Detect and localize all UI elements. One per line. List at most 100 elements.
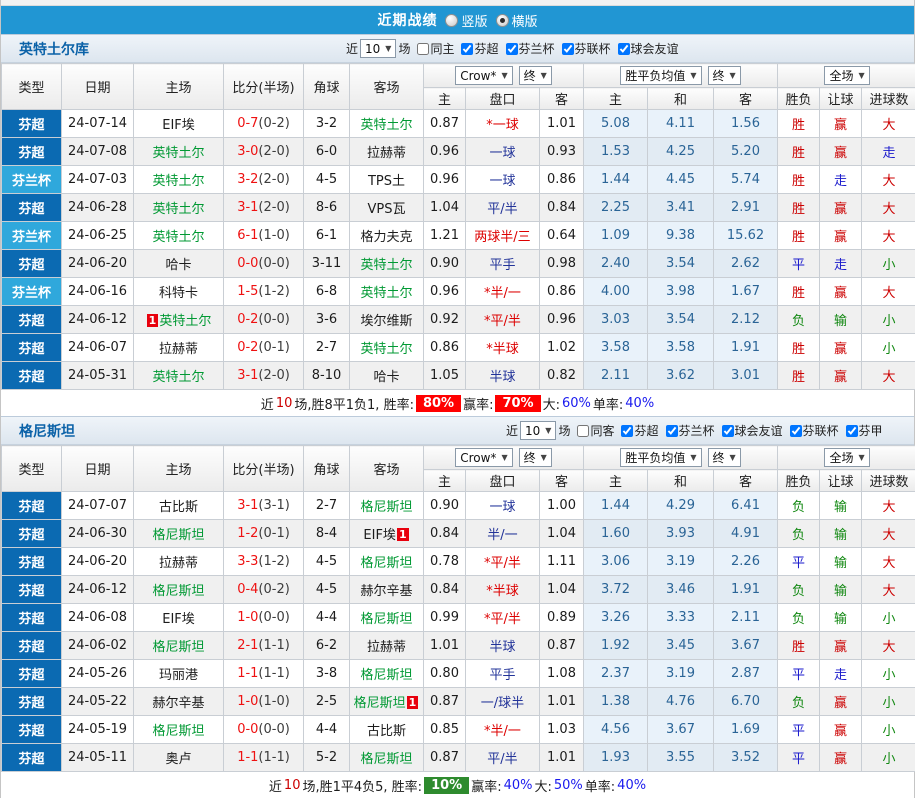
away-odds-cell: 0.89 — [540, 604, 584, 632]
odds-source-select[interactable]: 全场 ▼ — [824, 66, 869, 85]
avg-away-cell: 2.87 — [714, 660, 778, 688]
away-team-cell-label: 格尼斯坦 — [360, 612, 412, 627]
odds-source-select[interactable]: 全场 ▼ — [824, 448, 869, 467]
checkbox-input[interactable] — [577, 425, 589, 437]
checkbox-input[interactable] — [790, 425, 802, 437]
filter-checkbox[interactable]: 芬联杯 — [562, 40, 611, 57]
chevron-down-icon: ▼ — [690, 453, 696, 462]
date-cell: 24-05-26 — [62, 660, 134, 688]
radio-icon[interactable] — [445, 14, 458, 27]
odds-source-select[interactable]: 终 ▼ — [708, 66, 741, 85]
league-cell: 芬兰杯 — [2, 222, 62, 250]
checkbox-input[interactable] — [618, 43, 630, 55]
checkbox-input[interactable] — [621, 425, 633, 437]
result-cell: 平 — [778, 660, 820, 688]
avg-draw-cell: 9.38 — [648, 222, 714, 250]
handicap-result-cell: 输 — [820, 548, 862, 576]
layout-radio-vertical[interactable]: 竖版 — [445, 11, 487, 30]
away-odds-cell: 1.01 — [540, 110, 584, 138]
avg-draw-cell: 3.54 — [648, 250, 714, 278]
summary-part: 大: — [534, 776, 551, 795]
sub-column-header: 让球 — [820, 470, 862, 492]
handicap-cell: 半球 — [466, 362, 540, 390]
filter-checkbox[interactable]: 芬甲 — [846, 422, 883, 439]
filter-checkbox[interactable]: 芬超 — [621, 422, 658, 439]
fulltime-score: 0-2 — [237, 340, 258, 355]
corner-cell: 6-0 — [304, 138, 350, 166]
filter-checkbox[interactable]: 芬兰杯 — [666, 422, 715, 439]
sub-column-header: 客 — [714, 470, 778, 492]
layout-radio-horizontal[interactable]: 横版 — [496, 11, 538, 30]
odds-source-select[interactable]: 终 ▼ — [519, 448, 552, 467]
table-row: 芬超24-06-28英特土尔3-1(2-0)8-6VPS瓦1.04平/半0.84… — [2, 194, 915, 222]
handicap-cell: *半球 — [466, 334, 540, 362]
filter-checkbox[interactable]: 同主 — [417, 40, 454, 57]
odds-source-select[interactable]: 胜平负均值 ▼ — [620, 448, 701, 467]
table-row: 芬兰杯24-06-16科特卡1-5(1-2)6-8英特土尔0.96*半/一0.8… — [2, 278, 915, 306]
filter-checkbox[interactable]: 芬超 — [461, 40, 498, 57]
checkbox-input[interactable] — [461, 43, 473, 55]
sub-column-header: 客 — [714, 88, 778, 110]
table-row: 芬超24-05-31英特土尔3-1(2-0)8-10哈卡1.05半球0.822.… — [2, 362, 915, 390]
checkbox-input[interactable] — [506, 43, 518, 55]
filter-checkbox[interactable]: 球会友谊 — [722, 422, 783, 439]
filter-checkbox[interactable]: 芬联杯 — [790, 422, 839, 439]
goals-result-cell: 大 — [862, 166, 915, 194]
avg-draw-cell: 3.45 — [648, 632, 714, 660]
filter-checkbox[interactable]: 芬兰杯 — [506, 40, 555, 57]
odds-source-select[interactable]: Crow* ▼ — [455, 448, 512, 467]
corner-cell: 2-5 — [304, 688, 350, 716]
date-cell: 24-06-28 — [62, 194, 134, 222]
fulltime-score: 1-5 — [237, 284, 258, 299]
radio-icon[interactable] — [496, 14, 509, 27]
date-cell: 24-06-12 — [62, 576, 134, 604]
avg-away-cell: 4.91 — [714, 520, 778, 548]
checkbox-input[interactable] — [666, 425, 678, 437]
home-team-cell: 格尼斯坦 — [134, 520, 224, 548]
avg-home-cell: 3.03 — [584, 306, 648, 334]
away-odds-cell: 1.01 — [540, 744, 584, 772]
match-count-select[interactable]: 10 ▼ — [360, 39, 396, 58]
score-cell: 3-1(2-0) — [224, 362, 304, 390]
home-team-cell-label: 英特土尔 — [152, 202, 204, 217]
checkbox-input[interactable] — [722, 425, 734, 437]
odds-source-select[interactable]: 胜平负均值 ▼ — [620, 66, 701, 85]
home-odds-cell: 0.85 — [424, 716, 466, 744]
checkbox-input[interactable] — [562, 43, 574, 55]
avg-draw-cell: 3.67 — [648, 716, 714, 744]
result-cell: 胜 — [778, 110, 820, 138]
halftime-score: (0-0) — [258, 256, 289, 271]
goals-result-cell: 大 — [862, 520, 915, 548]
away-team-cell-label: EIF埃 — [363, 528, 396, 543]
score-cell: 0-4(0-2) — [224, 576, 304, 604]
odds-source-select[interactable]: Crow* ▼ — [455, 66, 512, 85]
near-label: 近 — [346, 40, 358, 57]
filter-label: 芬甲 — [859, 422, 883, 439]
handicap-result-cell: 赢 — [820, 110, 862, 138]
home-odds-cell: 1.05 — [424, 362, 466, 390]
filter-checkbox[interactable]: 球会友谊 — [618, 40, 679, 57]
checkbox-input[interactable] — [846, 425, 858, 437]
team-name: 格尼斯坦 — [19, 421, 75, 441]
home-odds-cell: 0.90 — [424, 492, 466, 520]
sub-column-header: 盘口 — [466, 470, 540, 492]
avg-draw-cell: 3.54 — [648, 306, 714, 334]
odds-source-select[interactable]: 终 ▼ — [519, 66, 552, 85]
odds-source-select[interactable]: 终 ▼ — [708, 448, 741, 467]
checkbox-input[interactable] — [417, 43, 429, 55]
league-cell: 芬超 — [2, 632, 62, 660]
chevron-down-icon: ▼ — [541, 71, 547, 80]
team-name: 英特土尔库 — [19, 39, 89, 59]
match-count-select[interactable]: 10 ▼ — [520, 421, 556, 440]
column-header: 客场 — [350, 446, 424, 492]
home-team-cell: 英特土尔 — [134, 166, 224, 194]
filter-label: 芬兰杯 — [519, 40, 555, 57]
away-odds-cell: 1.02 — [540, 334, 584, 362]
away-team-cell-label: VPS瓦 — [368, 202, 406, 217]
goals-result-cell: 小 — [862, 250, 915, 278]
corner-cell: 2-7 — [304, 492, 350, 520]
avg-home-cell: 3.26 — [584, 604, 648, 632]
away-team-cell: VPS瓦 — [350, 194, 424, 222]
date-cell: 24-07-03 — [62, 166, 134, 194]
filter-checkbox[interactable]: 同客 — [577, 422, 614, 439]
